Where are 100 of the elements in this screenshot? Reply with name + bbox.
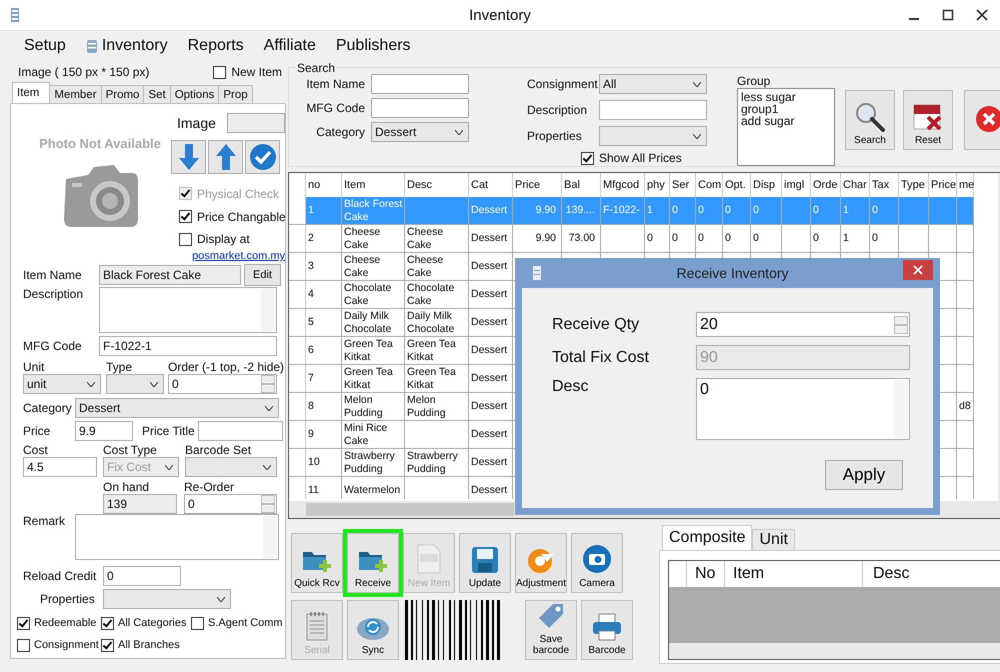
table-cell: 0 [696, 225, 723, 252]
desc-field[interactable]: 0 [696, 378, 910, 440]
option-checkbox[interactable]: Display at [179, 231, 285, 248]
menu-item[interactable]: Affiliate [254, 37, 326, 55]
table-cell: Green Tea Kitkat [405, 337, 469, 364]
confirm-button[interactable] [245, 140, 280, 174]
on-hand-field[interactable]: 139 [103, 494, 177, 514]
toolbar-button[interactable]: Sync [347, 600, 399, 660]
properties-select[interactable] [103, 589, 231, 609]
show-all-prices-checkbox[interactable]: Show All Prices [581, 151, 707, 165]
toolbar-button[interactable]: Camera [571, 533, 623, 593]
close-icon[interactable] [976, 9, 988, 21]
flag-checkbox[interactable]: All Categories [101, 614, 191, 632]
table-cell: Melon Pudding [342, 393, 405, 420]
unit-label: Unit [23, 360, 46, 374]
flag-checkbox[interactable]: Redeemable [17, 614, 101, 632]
menu-item[interactable]: Setup [14, 37, 76, 55]
tab[interactable]: Item [12, 82, 50, 103]
flag-checkbox[interactable]: S.Agent Comm [191, 614, 283, 632]
group-list-item[interactable]: less sugar [741, 91, 831, 103]
tab[interactable]: Composite [662, 525, 752, 550]
category-select[interactable]: Dessert [371, 122, 469, 142]
caret-icon [217, 596, 225, 602]
table-cell: 8 [306, 393, 342, 420]
toolbar-button[interactable]: Barcode [581, 600, 633, 660]
website-link[interactable]: posmarket.com.my [192, 250, 285, 262]
unit-select[interactable]: unit [23, 374, 101, 394]
sync-icon [356, 615, 390, 641]
item-name-search-field[interactable] [371, 74, 469, 94]
edit-button[interactable]: Edit [244, 264, 281, 286]
description-label: Description [23, 287, 84, 301]
apply-button[interactable]: Apply [825, 460, 903, 490]
menu-item[interactable]: Reports [178, 37, 254, 55]
re-order-spinner[interactable]: 0 [184, 494, 277, 514]
group-list[interactable]: less sugar group1 add sugar [737, 88, 835, 166]
table-cell: 9.90 [513, 197, 562, 224]
close-button[interactable] [903, 260, 933, 280]
description-search-field[interactable] [599, 100, 707, 120]
table-cell: Cheese Cake [405, 225, 469, 252]
remark-field[interactable] [75, 514, 279, 560]
menu-item[interactable]: Publishers [326, 37, 421, 55]
flag-checkbox[interactable]: Consignment [17, 636, 101, 654]
image-field[interactable] [227, 113, 285, 133]
window-title: Inventory [468, 6, 532, 24]
barcode-set-label: Barcode Set [185, 442, 252, 456]
toolbar-button[interactable]: Quick Rcv [291, 533, 343, 593]
search-button[interactable]: Search [845, 90, 895, 150]
caret-icon [693, 82, 701, 86]
group-list-item[interactable]: group1 [741, 103, 831, 115]
checkmark-icon [248, 143, 276, 171]
table-cell: Dessert [469, 309, 513, 336]
mfg-code-search-field[interactable] [371, 98, 469, 118]
consignment-select[interactable]: All [599, 74, 707, 94]
upload-button[interactable] [208, 140, 243, 174]
new-item-checkbox[interactable]: New Item [213, 65, 282, 79]
properties-select[interactable] [599, 126, 707, 146]
table-row[interactable]: 2 Cheese Cake Cheese Cake Dessert 9.90 73.00 0 0 0 0 0 0 1 0 [289, 225, 974, 253]
table-cell: 0 [645, 225, 670, 252]
category-select[interactable]: Dessert [75, 398, 279, 418]
toolbar-button[interactable]: Save barcode [525, 600, 577, 660]
table-cell: 1 [841, 197, 870, 224]
cost-field[interactable]: 4.5 [23, 457, 97, 477]
barcode-set-select[interactable] [185, 457, 277, 477]
mfg-code-field[interactable]: F-1022-1 [99, 336, 277, 356]
table-cell: Daily Milk Chocolate [342, 309, 405, 336]
flag-checkbox[interactable]: All Branches [101, 636, 191, 654]
tab[interactable]: Promo [100, 85, 144, 103]
table-cell: Dessert [469, 365, 513, 392]
tab[interactable]: Options [170, 85, 220, 103]
download-button[interactable] [171, 140, 206, 174]
menu-item[interactable]: Inventory [76, 37, 178, 55]
close-button[interactable] [964, 90, 1000, 150]
tab[interactable]: Member [49, 85, 102, 103]
tab[interactable]: Unit [752, 529, 795, 550]
price-title-field[interactable] [198, 421, 283, 441]
caret-icon [693, 134, 701, 138]
reset-button[interactable]: Reset [903, 90, 953, 150]
table-cell: Dessert [469, 281, 513, 308]
description-field[interactable] [99, 287, 277, 333]
horizontal-scrollbar[interactable] [669, 643, 1000, 659]
table-cell: 7 [306, 365, 342, 392]
tab[interactable]: Set [143, 85, 171, 103]
table-cell: 3 [306, 253, 342, 280]
close-icon [975, 104, 1000, 132]
type-label: Type [106, 360, 134, 374]
receive-qty-spinner[interactable]: 20 [696, 312, 910, 337]
toolbar-button[interactable]: Update [459, 533, 511, 593]
toolbar-button[interactable]: Adjustment [515, 533, 567, 593]
tab[interactable]: Prop [218, 85, 253, 103]
re-order-label: Re-Order [184, 480, 234, 494]
item-name-field[interactable]: Black Forest Cake [99, 265, 241, 285]
price-field[interactable]: 9.9 [75, 421, 133, 441]
order-spinner[interactable]: 0 [168, 374, 277, 394]
maximize-icon[interactable] [942, 9, 954, 21]
table-cell: Mini Rice Cake [342, 421, 405, 448]
type-select[interactable] [106, 374, 164, 394]
group-list-item[interactable]: add sugar [741, 115, 831, 127]
receive-qty-label: Receive Qty [552, 316, 640, 334]
option-checkbox[interactable]: Price Changable [179, 208, 285, 224]
reload-credit-field[interactable]: 0 [103, 566, 181, 586]
